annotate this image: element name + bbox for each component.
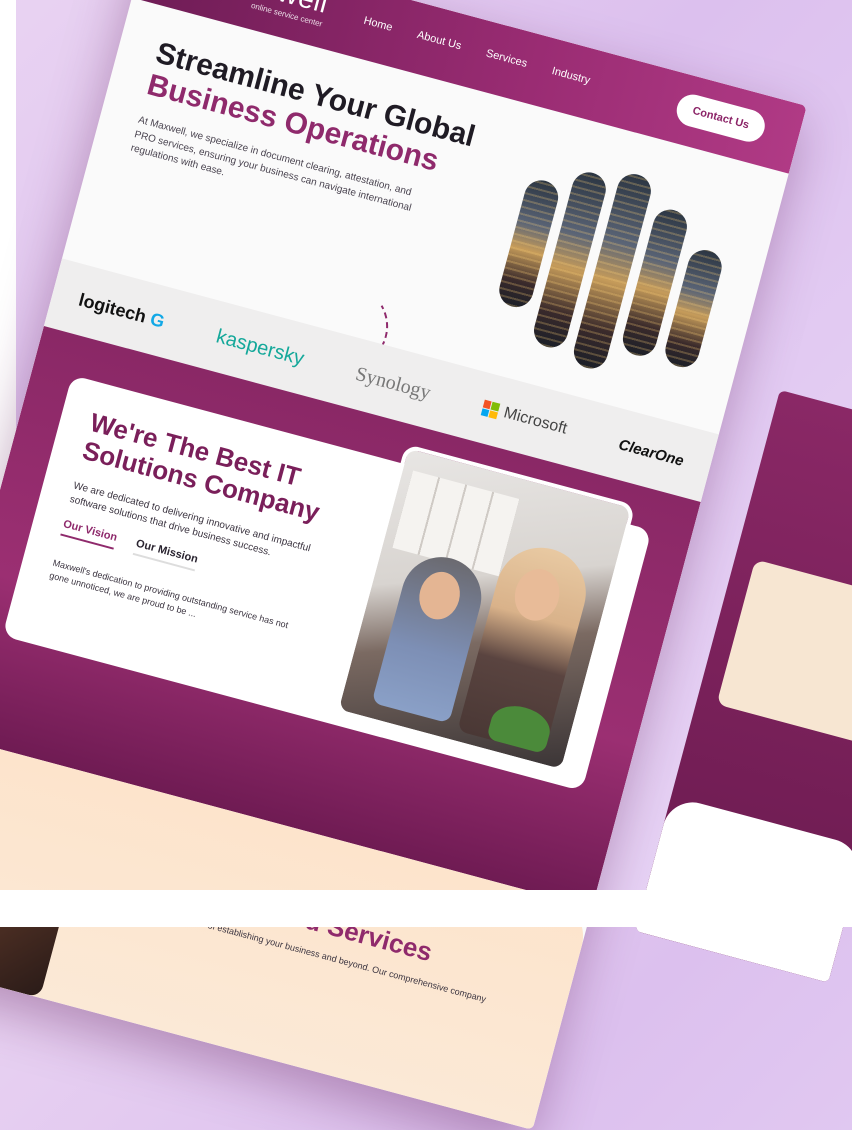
logo[interactable]: m maxwell online service center	[175, 0, 331, 29]
secondary-card	[716, 559, 852, 746]
contact-us-button[interactable]: Contact Us	[673, 91, 769, 146]
team-photo	[333, 443, 636, 774]
nav-home[interactable]: Home	[362, 15, 393, 34]
bottom-margin	[0, 890, 852, 927]
hero-city-image	[483, 148, 760, 410]
microsoft-logo: Microsoft	[480, 399, 569, 439]
microsoft-icon	[480, 399, 501, 420]
website-mockup: m maxwell online service center Home Abo…	[0, 0, 807, 1130]
clearone-logo: ClearOne	[616, 435, 686, 470]
about-note: Maxwell's dedication to providing outsta…	[48, 557, 290, 631]
nav-services[interactable]: Services	[485, 47, 529, 70]
logitech-logo: logitech G	[76, 289, 167, 332]
nav-about-us[interactable]: About Us	[416, 29, 463, 52]
tab-our-mission[interactable]: Our Mission	[133, 537, 200, 572]
tab-our-vision[interactable]: Our Vision	[60, 518, 119, 550]
kaspersky-logo: kaspersky	[213, 324, 307, 370]
main-nav: Home About Us Services Industry	[362, 15, 591, 87]
synology-logo: Synology	[353, 362, 434, 404]
nav-industry[interactable]: Industry	[550, 65, 591, 87]
